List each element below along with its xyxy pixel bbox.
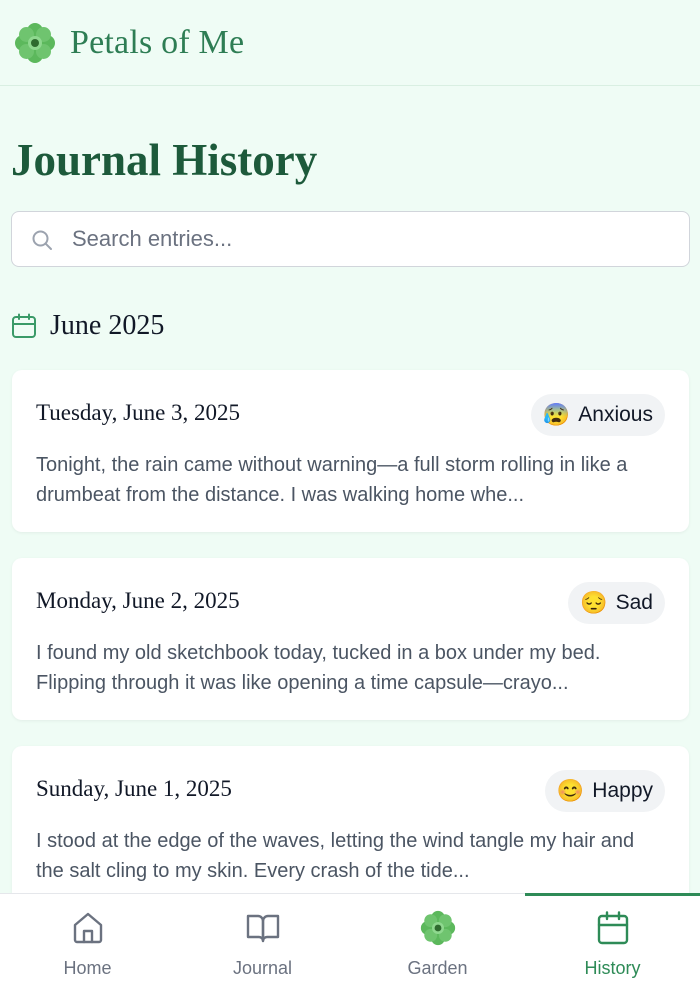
mood-badge: 😊 Happy [544, 770, 665, 812]
excerpt-line: Flipping through it was like opening a t… [36, 672, 569, 694]
page-title: Journal History [11, 135, 318, 185]
excerpt-line: drumbeat from the distance. I was walkin… [36, 484, 525, 506]
nav-item-home[interactable]: Home [0, 894, 175, 985]
entry-excerpt: I found my old sketchbook today, tucked … [36, 638, 676, 698]
mood-emoji: 😰 [542, 402, 571, 427]
mood-label: Sad [615, 591, 653, 614]
journal-entry-card[interactable]: Sunday, June 1, 2025 😊 Happy I stood at … [12, 746, 689, 908]
excerpt-line: Tonight, the rain came without warning—a… [36, 454, 628, 476]
month-label: June 2025 [50, 310, 165, 341]
calendar-icon [597, 911, 628, 945]
search-bar[interactable] [11, 211, 690, 267]
mood-label: Anxious [578, 403, 653, 426]
entry-date: Monday, June 2, 2025 [36, 588, 240, 613]
mood-badge: 😔 Sad [568, 582, 665, 624]
mood-label: Happy [592, 779, 653, 802]
excerpt-line: I stood at the edge of the waves, lettin… [36, 830, 635, 852]
calendar-icon [12, 313, 36, 338]
journal-entry-card[interactable]: Monday, June 2, 2025 😔 Sad I found my ol… [12, 558, 689, 720]
mood-badge: 😰 Anxious [530, 394, 665, 436]
entry-date: Tuesday, June 3, 2025 [36, 400, 241, 425]
nav-item-garden[interactable]: Garden [350, 894, 525, 985]
flower-icon [420, 910, 455, 946]
book-icon [246, 914, 279, 943]
mood-emoji: 😔 [580, 590, 608, 615]
nav-item-history[interactable]: History [525, 893, 700, 985]
excerpt-line: the salt cling to my skin. Every crash o… [36, 860, 470, 882]
entry-excerpt: Tonight, the rain came without warning—a… [36, 450, 676, 510]
nav-label: History [584, 958, 641, 978]
nav-label: Garden [407, 958, 468, 978]
search-icon [32, 230, 52, 250]
app-header: Petals of Me [0, 0, 700, 86]
nav-label: Journal [232, 958, 293, 978]
flower-icon[interactable] [14, 22, 56, 64]
search-input[interactable] [72, 212, 672, 266]
home-icon [73, 912, 102, 944]
entry-date: Sunday, June 1, 2025 [36, 776, 232, 801]
journal-entry-card[interactable]: Tuesday, June 3, 2025 😰 Anxious Tonight,… [12, 370, 689, 532]
nav-label: Home [63, 958, 112, 978]
month-heading: June 2025 [11, 306, 164, 346]
mood-emoji: 😊 [556, 778, 585, 803]
app-title: Petals of Me [70, 23, 245, 61]
entry-excerpt: I stood at the edge of the waves, lettin… [36, 826, 676, 886]
nav-item-journal[interactable]: Journal [175, 894, 350, 985]
bottom-nav: Home Journal Garden History [0, 893, 700, 985]
excerpt-line: I found my old sketchbook today, tucked … [36, 642, 601, 664]
